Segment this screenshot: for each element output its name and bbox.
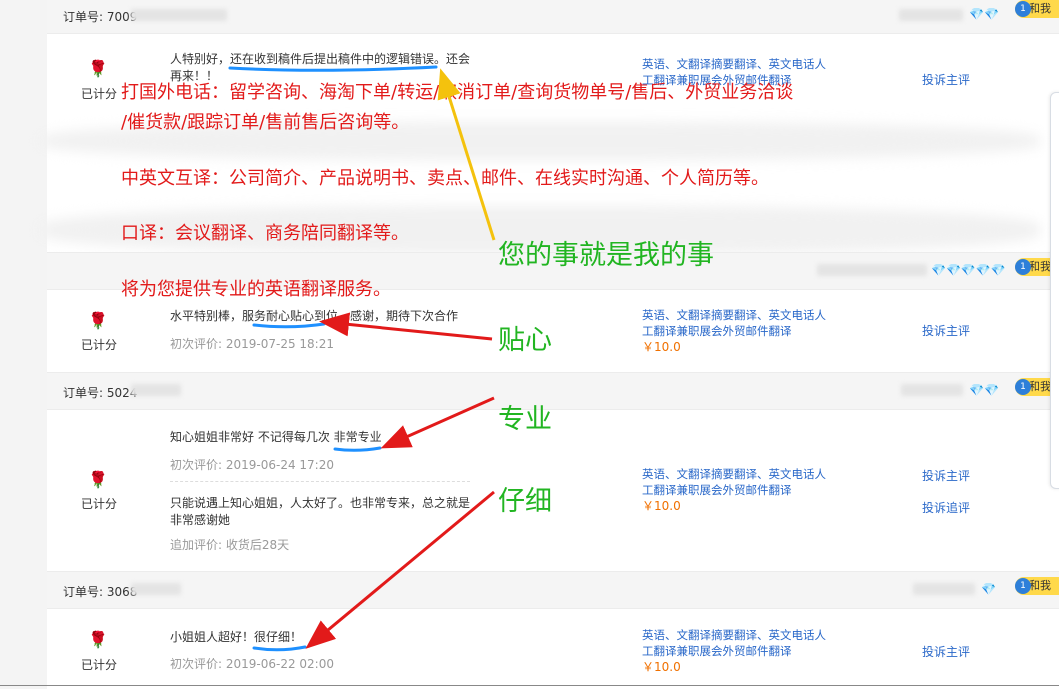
red-arrow-careful bbox=[305, 490, 495, 649]
underline-highlight bbox=[252, 322, 326, 329]
underline-highlight bbox=[252, 645, 307, 652]
underline-highlight bbox=[333, 446, 382, 452]
annotation-arrows bbox=[228, 65, 496, 652]
red-arrow-caring bbox=[319, 312, 493, 341]
yellow-arrow bbox=[437, 68, 496, 241]
underline-highlight bbox=[228, 65, 438, 72]
review-list-page: 订单号: 7009 💎💎 1 和我 🌹 已计分 人特别好，还在收到稿件后提出稿件… bbox=[0, 0, 1059, 689]
red-arrow-professional bbox=[380, 396, 495, 449]
